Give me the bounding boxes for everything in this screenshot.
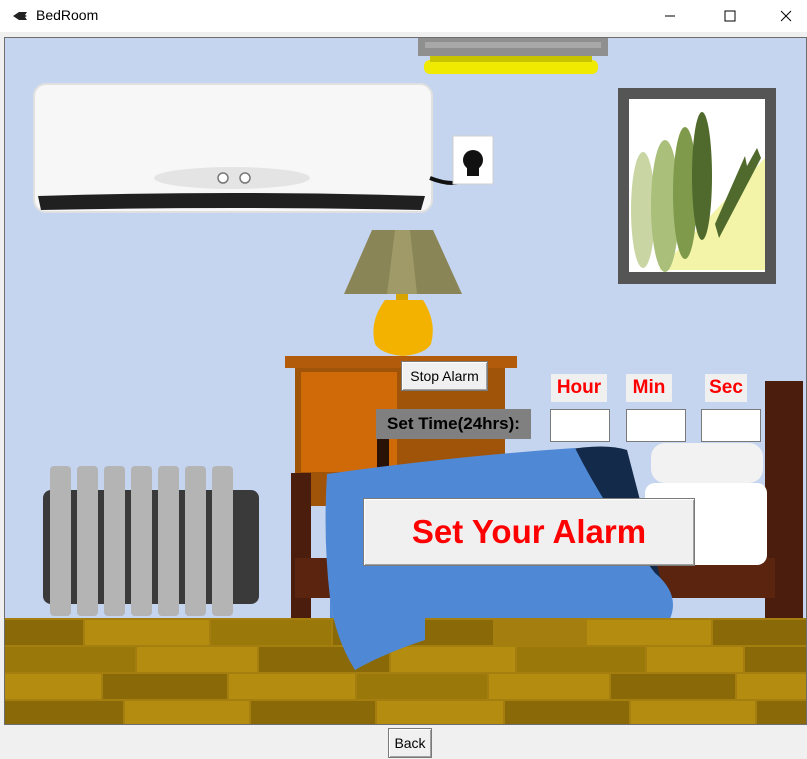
air-conditioner — [33, 83, 471, 213]
hour-label: Hour — [551, 374, 607, 402]
picture-frame — [618, 88, 776, 284]
maximize-button[interactable] — [707, 0, 753, 32]
window-title: BedRoom — [36, 7, 99, 23]
back-button[interactable]: Back — [388, 728, 432, 758]
stop-alarm-button[interactable]: Stop Alarm — [401, 361, 488, 391]
sec-label: Sec — [705, 374, 747, 402]
set-time-label: Set Time(24hrs): — [376, 409, 531, 439]
ceiling-light — [418, 38, 608, 74]
minimize-button[interactable] — [647, 0, 693, 32]
hour-input[interactable] — [550, 409, 610, 442]
sec-input[interactable] — [701, 409, 761, 442]
min-input[interactable] — [626, 409, 686, 442]
close-button[interactable] — [763, 0, 807, 32]
close-icon — [780, 10, 792, 22]
minimize-icon — [665, 15, 675, 17]
wall-socket — [452, 135, 494, 185]
min-label: Min — [626, 374, 672, 402]
maximize-icon — [724, 10, 736, 22]
set-alarm-button[interactable]: Set Your Alarm — [363, 498, 695, 566]
feather-icon — [13, 12, 27, 20]
title-bar: BedRoom — [0, 0, 807, 32]
